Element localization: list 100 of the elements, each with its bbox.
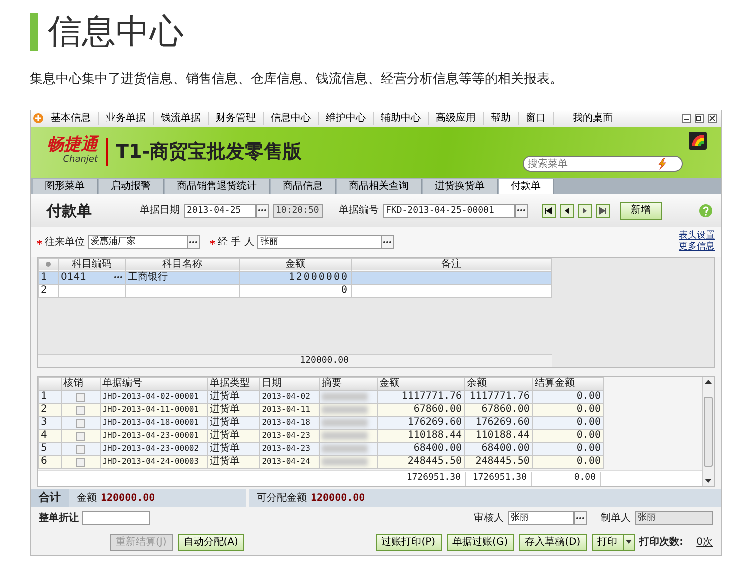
nav-button[interactable]: [560, 204, 574, 218]
logo-subtext: Chanjet: [62, 154, 98, 167]
row-number: 2: [38, 284, 58, 298]
scrollbar[interactable]: [702, 377, 714, 486]
dropdown-button[interactable]: [622, 534, 635, 551]
action-button[interactable]: 打印: [592, 534, 624, 551]
new-button[interactable]: 新增: [620, 202, 662, 220]
table-cell: 110188.44: [377, 430, 465, 443]
checkbox[interactable]: [76, 418, 86, 428]
amount-value: 120000.00: [101, 492, 156, 506]
partner-field[interactable]: 爱惠浦厂家: [88, 235, 188, 250]
column-header: 备注: [352, 258, 552, 272]
number-label: 单据编号: [339, 204, 379, 218]
tab[interactable]: 商品相关查询: [337, 179, 422, 194]
ellipsis-button[interactable]: [381, 235, 394, 250]
ellipsis-button[interactable]: [574, 511, 587, 526]
reviewer-field[interactable]: 张丽: [508, 511, 574, 526]
scroll-up-icon[interactable]: [705, 380, 712, 384]
close-icon[interactable]: [708, 114, 717, 123]
amount-label: 金额: [77, 492, 97, 506]
link[interactable]: 更多信息: [679, 242, 715, 254]
table-cell: 工商银行: [126, 271, 240, 284]
scroll-down-icon[interactable]: [705, 479, 712, 484]
table-cell: 67860.00: [464, 404, 532, 417]
table-cell: 1117771.76: [377, 390, 465, 404]
menu-item[interactable]: 高级应用: [429, 112, 484, 125]
table-cell: 1117771.76: [464, 390, 532, 404]
ellipsis-button[interactable]: [187, 235, 200, 250]
table-cell: 176269.60: [377, 416, 465, 430]
blurred-text: [322, 393, 368, 402]
menu-item[interactable]: 辅助中心: [374, 112, 429, 125]
number-field[interactable]: FKD-2013-04-25-00001: [383, 204, 515, 218]
table-cell: 进货单: [207, 456, 260, 469]
restore-icon[interactable]: [695, 114, 704, 123]
minimize-icon[interactable]: [682, 114, 691, 123]
blurred-text: [322, 406, 368, 414]
menu-item[interactable]: 业务单据: [99, 112, 154, 125]
menu-item[interactable]: 基本信息: [44, 112, 99, 125]
ellipsis-button[interactable]: [515, 204, 528, 218]
table-cell: 2013-04-18: [260, 416, 320, 430]
table-cell: JHD-2013-04-23-00001: [100, 430, 208, 443]
checkbox[interactable]: [76, 458, 86, 467]
row-number: 6: [38, 456, 62, 469]
checkbox[interactable]: [76, 444, 86, 454]
menu-item[interactable]: 钱流单据: [154, 112, 209, 125]
tab[interactable]: 启动报警: [99, 179, 164, 194]
link[interactable]: 表头设置: [679, 231, 715, 242]
print-count-link[interactable]: 0次: [696, 534, 713, 550]
menu-item[interactable]: 我的桌面: [566, 112, 620, 125]
menu-item[interactable]: 财务管理: [209, 112, 264, 125]
checkbox[interactable]: [76, 432, 86, 441]
table-row[interactable]: 2 0: [38, 284, 552, 298]
table-row[interactable]: 1 0141 工商银行 12000000: [38, 271, 552, 284]
search-input[interactable]: 搜索菜单: [528, 156, 658, 172]
table-cell: 进货单: [207, 404, 260, 417]
checkbox[interactable]: [76, 406, 86, 415]
menu-item[interactable]: 窗口: [519, 112, 554, 125]
nav-button[interactable]: [596, 204, 610, 218]
row-marker-icon: [46, 262, 51, 268]
table-cell: 进货单: [207, 390, 260, 404]
action-button[interactable]: 自动分配(A): [178, 534, 244, 551]
amount-cell: 12000000: [240, 271, 352, 284]
total-cell: 1726951.30: [381, 472, 466, 486]
handler-field[interactable]: 张丽: [257, 235, 382, 250]
tab[interactable]: 图形菜单: [33, 179, 98, 194]
scrollbar-thumb[interactable]: [704, 396, 713, 467]
table-cell: 0.00: [532, 404, 604, 417]
action-button[interactable]: 过账打印(P): [376, 534, 442, 551]
tab[interactable]: 进货换货单: [423, 179, 498, 194]
required-icon: [210, 240, 215, 245]
page-title: 信息中心: [48, 15, 184, 49]
column-header: 余额: [464, 378, 532, 391]
tab[interactable]: 付款单: [499, 179, 554, 194]
action-button[interactable]: 单据过账(G): [446, 534, 514, 551]
date-field[interactable]: 2013-04-25: [184, 204, 256, 218]
menu-item[interactable]: 维护中心: [319, 112, 374, 125]
allocatable-label: 可分配金额: [257, 492, 307, 506]
caret-icon: [626, 540, 632, 544]
print-count-label: 打印次数:: [640, 536, 684, 550]
ellipsis-icon: [258, 209, 267, 212]
column-header: 核销: [61, 378, 100, 391]
menu-item[interactable]: 信息中心: [264, 112, 319, 125]
ellipsis-icon: [576, 516, 585, 520]
action-button[interactable]: 存入草稿(D): [519, 534, 587, 551]
discount-field[interactable]: [82, 511, 150, 526]
nav-button[interactable]: [542, 204, 556, 218]
nav-button[interactable]: [578, 204, 592, 218]
column-header: 金额: [377, 378, 465, 391]
maker-field: 张丽: [635, 511, 713, 526]
search-field[interactable]: 搜索菜单: [523, 156, 683, 172]
checkbox[interactable]: [76, 392, 86, 402]
ellipsis-icon[interactable]: [114, 276, 123, 280]
tab[interactable]: 商品信息: [271, 179, 336, 194]
row-number: 5: [38, 442, 62, 456]
tab[interactable]: 商品销售退货统计: [165, 179, 270, 194]
blurred-text: [322, 458, 368, 466]
ellipsis-button[interactable]: [256, 204, 269, 218]
handler-label: 经 手 人: [218, 236, 254, 250]
menu-item[interactable]: 帮助: [484, 112, 519, 125]
partner-label: 往来单位: [45, 236, 85, 250]
